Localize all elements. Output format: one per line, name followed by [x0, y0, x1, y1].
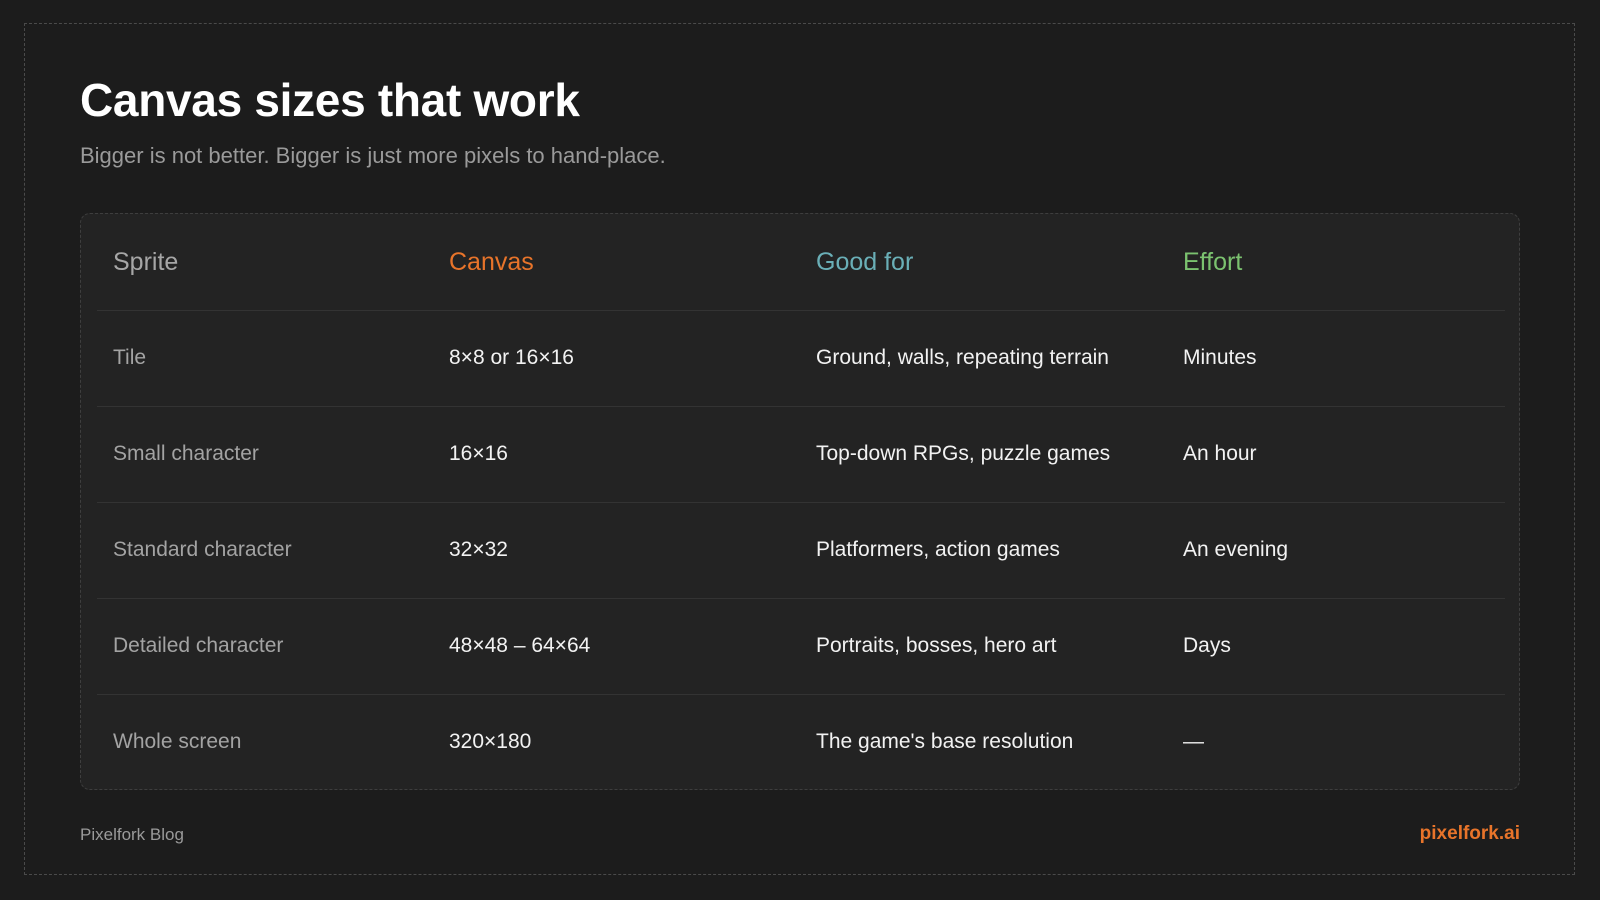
sprite-cell: Whole screen — [113, 730, 242, 753]
good-for-cell: Portraits, bosses, hero art — [816, 634, 1057, 657]
canvas-cell: 16×16 — [449, 442, 508, 465]
header-canvas: Canvas — [449, 248, 534, 276]
effort-cell: — — [1183, 730, 1204, 753]
good-for-cell: Platformers, action games — [816, 538, 1060, 561]
page-title: Canvas sizes that work — [80, 74, 580, 126]
header-good-for: Good for — [816, 248, 914, 276]
sprite-cell: Tile — [113, 346, 147, 369]
effort-cell: Days — [1183, 634, 1231, 657]
sprite-cell: Detailed character — [113, 634, 284, 657]
canvas-cell: 48×48 – 64×64 — [449, 634, 591, 657]
table-row: Standard character 32×32 Platformers, ac… — [97, 502, 1505, 599]
sprite-cell: Small character — [113, 442, 259, 465]
table-row: Detailed character 48×48 – 64×64 Portrai… — [97, 598, 1505, 695]
table-header-row: Sprite Canvas Good for Effort — [97, 214, 1505, 311]
canvas-cell: 8×8 or 16×16 — [449, 346, 574, 369]
footer-site-link[interactable]: pixelfork.ai — [1420, 822, 1520, 846]
header-effort: Effort — [1183, 248, 1243, 276]
canvas-size-table: Sprite Canvas Good for Effort Tile 8×8 o… — [80, 213, 1520, 790]
table-row: Whole screen 320×180 The game's base res… — [97, 694, 1505, 790]
canvas-cell: 320×180 — [449, 730, 532, 753]
page-subtitle: Bigger is not better. Bigger is just mor… — [80, 143, 666, 168]
sprite-cell: Standard character — [113, 538, 292, 561]
table-row: Small character 16×16 Top-down RPGs, puz… — [97, 406, 1505, 503]
effort-cell: An evening — [1183, 538, 1289, 561]
good-for-cell: Top-down RPGs, puzzle games — [816, 442, 1111, 465]
effort-cell: Minutes — [1183, 346, 1257, 369]
canvas-cell: 32×32 — [449, 538, 508, 561]
header-sprite: Sprite — [113, 248, 179, 276]
effort-cell: An hour — [1183, 442, 1257, 465]
table-row: Tile 8×8 or 16×16 Ground, walls, repeati… — [97, 310, 1505, 407]
good-for-cell: The game's base resolution — [816, 730, 1074, 753]
footer-blog-name: Pixelfork Blog — [80, 825, 184, 844]
good-for-cell: Ground, walls, repeating terrain — [816, 346, 1109, 369]
